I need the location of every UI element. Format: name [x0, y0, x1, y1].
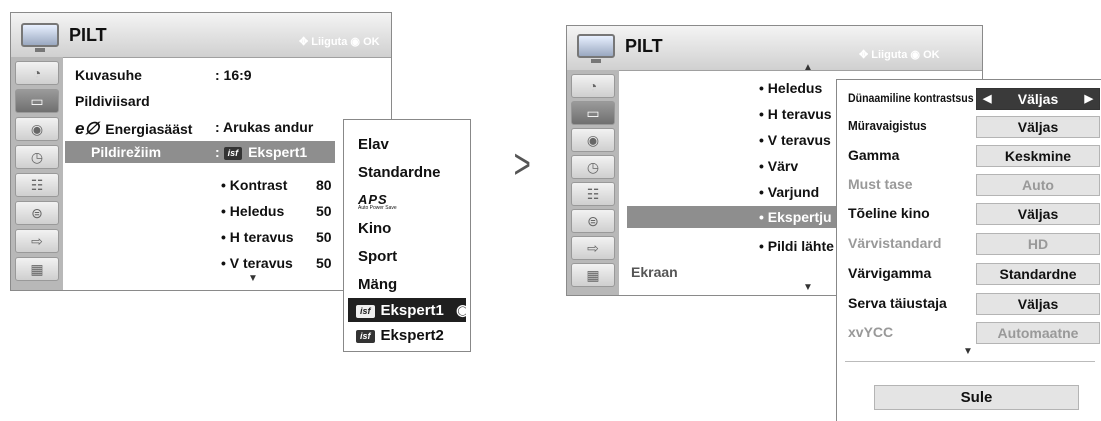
menu-row-aspect[interactable]: Kuvasuhe: [75, 67, 142, 83]
scroll-down-icon[interactable]: ▼: [248, 273, 258, 284]
menu-row-aspect-value: : 16:9: [215, 67, 252, 83]
setting-color-gamut-label: Värvigamma: [848, 265, 932, 281]
setting-gamma-label: Gamma: [848, 147, 900, 163]
setting-xvycc-value[interactable]: Automaatne: [976, 322, 1100, 344]
mode-standard[interactable]: Standardne: [358, 164, 441, 181]
audio-icon[interactable]: ◉: [15, 117, 59, 141]
left-arrow-icon[interactable]: ◀: [983, 89, 991, 109]
isf-icon: isf: [356, 304, 375, 318]
setting-edge-enhancer-label: Serva täiustaja: [848, 295, 947, 311]
move-icon: ✥: [859, 49, 872, 61]
picture-mode-popup: Elav Standardne APS Auto Power Save Kino…: [343, 119, 471, 352]
sub-row-h-sharpness: • H teravus: [221, 229, 294, 245]
isf-icon: isf: [356, 329, 375, 343]
scroll-down-icon[interactable]: ▼: [803, 282, 813, 293]
setting-black-level-value[interactable]: Auto: [976, 174, 1100, 196]
menu-row-picture-mode-value: : isf Ekspert1: [215, 144, 308, 160]
popup-divider: [845, 361, 1095, 362]
mode-expert2[interactable]: isf Ekspert2: [356, 327, 444, 344]
ok-icon: ◉: [350, 36, 364, 48]
transition-arrow: >: [513, 140, 531, 187]
list-item-picture-source[interactable]: • Pildi lähte: [759, 238, 834, 254]
right-sidebar: ◔ ▭ ◉ ◷ ☷ ⊜ ⇨ ▦: [567, 70, 619, 295]
right-menu-title: PILT: [625, 36, 663, 56]
tv-icon: [21, 23, 59, 52]
scroll-down-icon[interactable]: ▼: [963, 346, 973, 357]
list-item-color[interactable]: • Värv: [759, 158, 798, 174]
setting-real-cinema-value[interactable]: Väljas: [976, 203, 1100, 225]
menu-row-energy[interactable]: e∅ Energiasääst: [75, 119, 192, 139]
list-item-h-sharpness[interactable]: • H teravus: [759, 106, 832, 122]
setting-real-cinema-label: Tõeline kino: [848, 205, 930, 221]
menu-row-picture-mode[interactable]: Pildirežiim: [91, 144, 161, 160]
aps-sublabel: Auto Power Save: [358, 205, 397, 211]
mode-sport[interactable]: Sport: [358, 248, 397, 265]
setting-color-standard-label: Värvistandard: [848, 235, 942, 251]
sub-row-brightness-value: 50: [316, 203, 332, 219]
list-item-brightness[interactable]: • Heledus: [759, 80, 822, 96]
sub-row-brightness: • Heledus: [221, 203, 285, 219]
right-arrow-icon[interactable]: ▶: [1085, 89, 1093, 109]
options-icon[interactable]: ☷: [571, 182, 615, 206]
sub-row-v-sharpness: • V teravus: [221, 255, 293, 271]
input-icon[interactable]: ⇨: [15, 229, 59, 253]
left-sidebar: ◔ ▭ ◉ ◷ ☷ ⊜ ⇨ ▦: [11, 57, 63, 290]
menu-row-energy-value: : Arukas andur: [215, 119, 314, 135]
setting-color-gamut-value[interactable]: Standardne: [976, 263, 1100, 285]
media-icon[interactable]: ▦: [15, 257, 59, 281]
picture-icon[interactable]: ▭: [571, 101, 615, 125]
list-item-tint[interactable]: • Varjund: [759, 184, 819, 200]
setting-gamma-value[interactable]: Keskmine: [976, 145, 1100, 167]
sub-row-v-sharpness-value: 50: [316, 255, 332, 271]
left-tv-panel: PILT ✥ Liiguta ◉ OK ◔ ▭ ◉ ◷ ☷ ⊜ ⇨ ▦ Kuva…: [10, 12, 392, 291]
setting-edge-enhancer-value[interactable]: Väljas: [976, 293, 1100, 315]
satellite-icon[interactable]: ◔: [15, 61, 59, 85]
sub-row-h-sharpness-value: 50: [316, 229, 332, 245]
setting-color-standard-value[interactable]: HD: [976, 233, 1100, 255]
satellite-icon[interactable]: ◔: [571, 74, 615, 98]
sub-row-contrast-value: 80: [316, 177, 332, 193]
list-item-v-sharpness[interactable]: • V teravus: [759, 132, 831, 148]
setting-dynamic-contrast-value[interactable]: ◀ Väljas ▶: [976, 88, 1100, 110]
audio-icon[interactable]: ◉: [571, 128, 615, 152]
mode-aps[interactable]: APS Auto Power Save: [358, 192, 397, 211]
selected-radio-icon: ◉: [456, 302, 470, 319]
mode-game[interactable]: Mäng: [358, 276, 397, 293]
scroll-up-icon[interactable]: ▲: [803, 62, 813, 73]
lock-icon[interactable]: ⊜: [15, 201, 59, 225]
left-nav-hint: ✥ Liiguta ◉ OK: [299, 36, 380, 48]
close-button[interactable]: Sule: [874, 385, 1079, 410]
menu-row-picture-wizard[interactable]: Pildiviisard: [75, 93, 150, 109]
picture-icon[interactable]: ▭: [15, 89, 59, 113]
right-nav-hint: ✥ Liiguta ◉ OK: [859, 49, 940, 61]
media-icon[interactable]: ▦: [571, 263, 615, 287]
left-menu-title: PILT: [69, 25, 107, 45]
energy-saving-icon: e∅: [75, 119, 100, 138]
clock-icon[interactable]: ◷: [571, 155, 615, 179]
lock-icon[interactable]: ⊜: [571, 209, 615, 233]
setting-black-level-label: Must tase: [848, 176, 913, 192]
isf-icon: isf: [223, 146, 243, 160]
sub-row-contrast: • Kontrast: [221, 177, 288, 193]
expert-settings-popup: Dünaamiline kontrastsus ◀ Väljas ▶ Mürav…: [836, 79, 1101, 421]
mode-cinema[interactable]: Kino: [358, 220, 391, 237]
mode-expert1[interactable]: isf Ekspert1 ◉: [356, 301, 469, 319]
options-icon[interactable]: ☷: [15, 173, 59, 197]
input-icon[interactable]: ⇨: [571, 236, 615, 260]
move-icon: ✥: [299, 36, 312, 48]
setting-noise-reduction-value[interactable]: Väljas: [976, 116, 1100, 138]
clock-icon[interactable]: ◷: [15, 145, 59, 169]
tv-icon: [577, 34, 615, 63]
screen-label[interactable]: Ekraan: [631, 264, 678, 280]
list-item-expert[interactable]: • Ekspertju: [759, 209, 832, 225]
setting-noise-reduction-label: Müravaigistus: [848, 118, 927, 133]
setting-xvycc-label: xvYCC: [848, 324, 894, 340]
mode-vivid[interactable]: Elav: [358, 136, 389, 153]
ok-icon: ◉: [910, 49, 924, 61]
setting-dynamic-contrast-label: Dünaamiline kontrastsus: [848, 91, 974, 105]
